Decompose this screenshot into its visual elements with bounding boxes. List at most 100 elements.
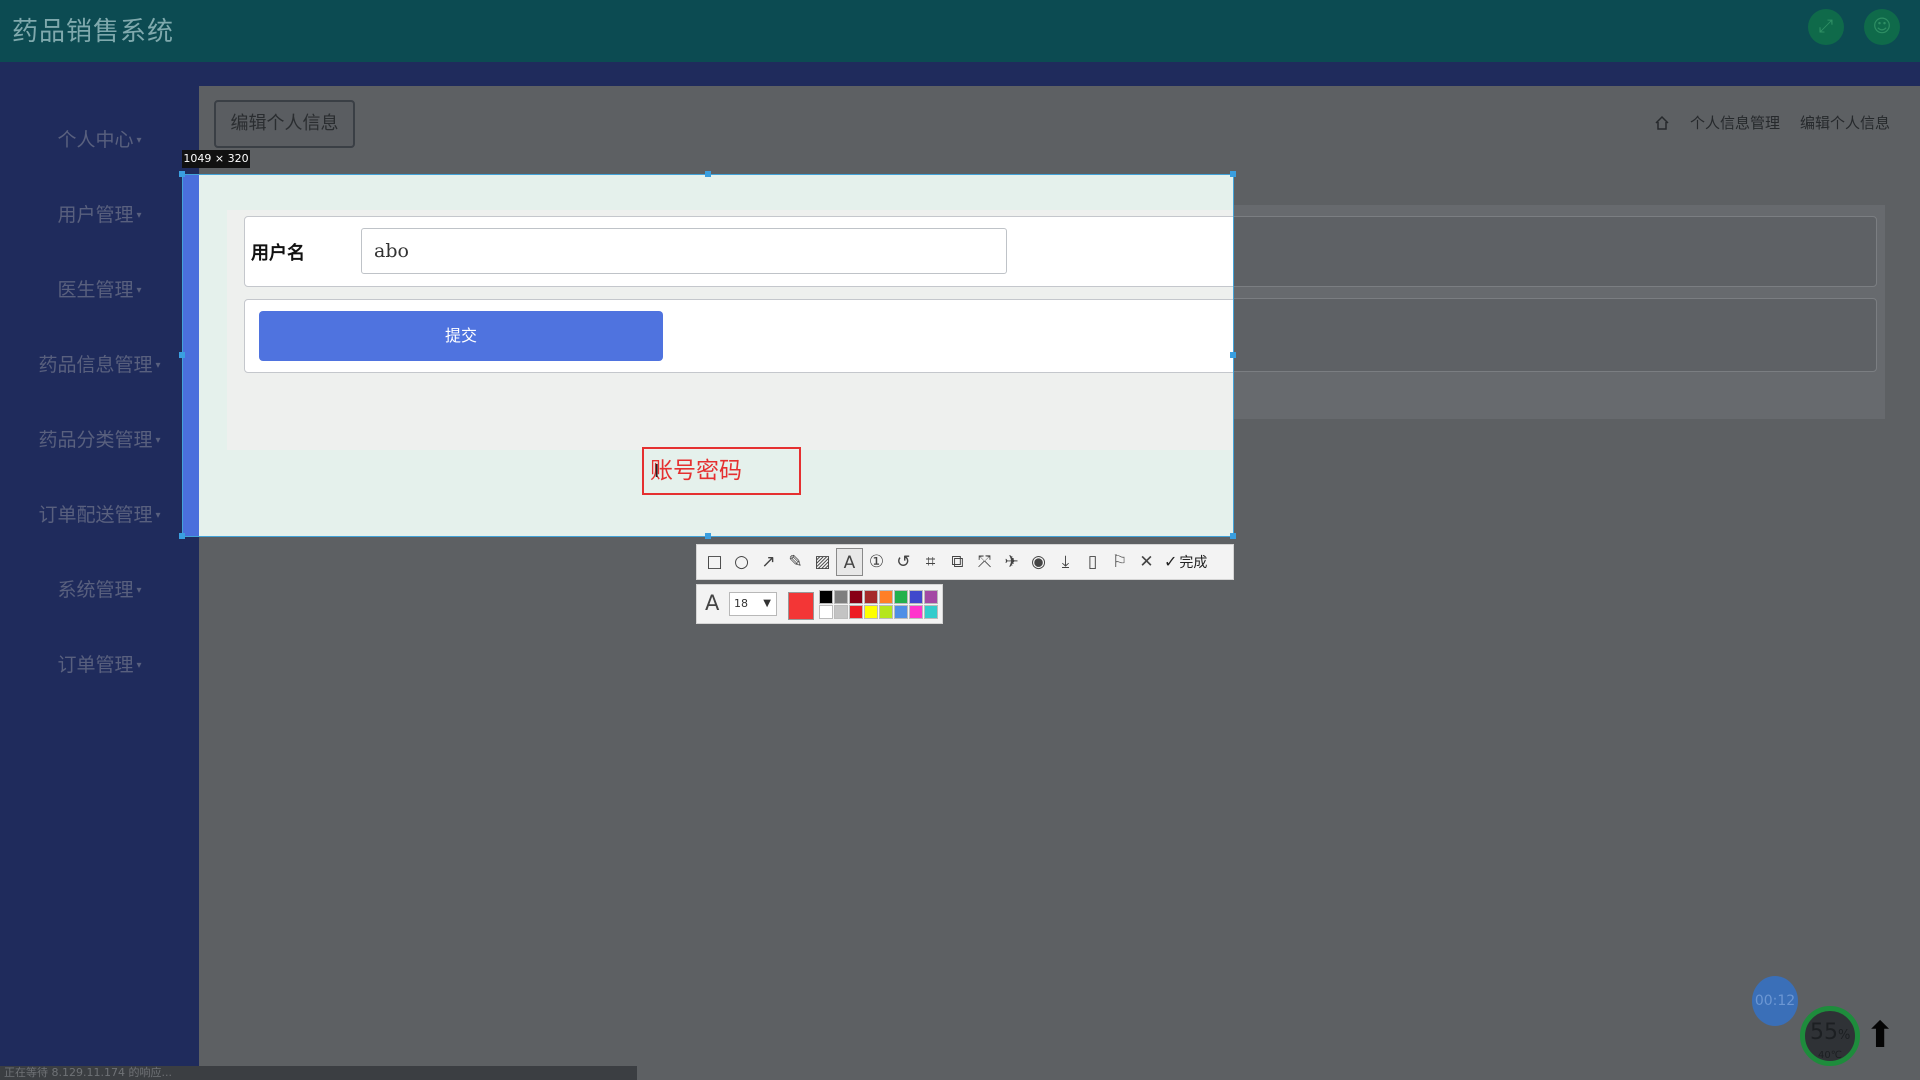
color-swatch[interactable] bbox=[849, 605, 863, 619]
sidebar-item-label: 药品信息管理 bbox=[38, 354, 153, 376]
done-button[interactable]: ✓ 完成 bbox=[1160, 548, 1211, 576]
text-options-bar: A 18 ▼ bbox=[696, 584, 943, 624]
number-marker-icon[interactable]: ① bbox=[863, 548, 890, 576]
bookmark-icon[interactable]: ⚐ bbox=[1106, 548, 1133, 576]
resize-handle[interactable] bbox=[1230, 533, 1236, 539]
undo-icon[interactable]: ↺ bbox=[890, 548, 917, 576]
font-size-select[interactable]: 18 ▼ bbox=[729, 592, 777, 616]
sidebar-item-label: 订单管理 bbox=[57, 654, 134, 676]
arrow-icon[interactable]: ↗ bbox=[755, 548, 782, 576]
chevron-down-icon: ▾ bbox=[155, 509, 161, 521]
resize-handle[interactable] bbox=[179, 171, 185, 177]
download-icon[interactable]: ⤓ bbox=[1052, 548, 1079, 576]
mosaic-icon[interactable]: ▨ bbox=[809, 548, 836, 576]
color-swatch[interactable] bbox=[849, 590, 863, 604]
selection-edge bbox=[183, 175, 199, 536]
resize-handle[interactable] bbox=[705, 171, 711, 177]
record-icon[interactable]: ◉ bbox=[1025, 548, 1052, 576]
sidebar-item-order-delivery-management[interactable]: 订单配送管理 ▾ bbox=[0, 495, 199, 535]
sidebar-item-drug-category-management[interactable]: 药品分类管理 ▾ bbox=[0, 420, 199, 460]
text-annotation[interactable]: 账号密码 bbox=[642, 447, 801, 495]
color-swatch[interactable] bbox=[819, 605, 833, 619]
usage-unit: % bbox=[1838, 1028, 1851, 1043]
sidebar-item-label: 用户管理 bbox=[57, 204, 134, 226]
color-swatch[interactable] bbox=[864, 590, 878, 604]
sidebar-item-system-management[interactable]: 系统管理 ▾ bbox=[0, 570, 199, 610]
usage-number: 55 bbox=[1810, 1020, 1838, 1045]
font-size-value: 18 bbox=[734, 597, 748, 610]
user-icon[interactable]: ☺ bbox=[1864, 9, 1900, 45]
ocr-icon[interactable]: ⌗ bbox=[917, 548, 944, 576]
pin-icon[interactable]: ✈ bbox=[998, 548, 1025, 576]
submit-button[interactable]: 提交 bbox=[259, 311, 663, 361]
color-swatch[interactable] bbox=[894, 605, 908, 619]
translate-icon[interactable]: ⧉ bbox=[944, 548, 971, 576]
resize-handle[interactable] bbox=[705, 533, 711, 539]
chevron-down-icon: ▾ bbox=[136, 659, 142, 671]
breadcrumb: 个人信息管理 编辑个人信息 bbox=[1654, 112, 1890, 133]
close-icon[interactable]: ✕ bbox=[1133, 548, 1160, 576]
selection-dimensions: 1049 × 320 bbox=[182, 150, 250, 168]
color-swatch[interactable] bbox=[879, 605, 893, 619]
phone-icon[interactable]: ▯ bbox=[1079, 548, 1106, 576]
home-icon[interactable] bbox=[1654, 115, 1670, 131]
username-row: 用户名 abo bbox=[244, 216, 1233, 287]
upload-arrow-icon[interactable]: ⬆ bbox=[1865, 1018, 1895, 1054]
color-swatch[interactable] bbox=[879, 590, 893, 604]
chevron-down-icon: ▾ bbox=[136, 134, 142, 146]
text-icon[interactable]: A bbox=[836, 548, 863, 576]
username-input[interactable]: abo bbox=[361, 228, 1007, 274]
submit-row: 提交 bbox=[244, 299, 1233, 373]
color-swatch[interactable] bbox=[909, 590, 923, 604]
browser-status-bar: 正在等待 8.129.11.174 的响应... bbox=[0, 1066, 637, 1080]
chevron-down-icon: ▾ bbox=[155, 359, 161, 371]
sidebar-item-label: 个人中心 bbox=[57, 129, 134, 151]
pencil-icon[interactable]: ✎ bbox=[782, 548, 809, 576]
sidebar-item-personal-center[interactable]: 个人中心 ▾ bbox=[0, 120, 199, 160]
sidebar-item-order-management[interactable]: 订单管理 ▾ bbox=[0, 645, 199, 685]
breadcrumb-item[interactable]: 个人信息管理 bbox=[1690, 112, 1780, 133]
top-bar: 药品销售系统 ⤢ ☺ bbox=[0, 0, 1920, 62]
page-title-button[interactable]: 编辑个人信息 bbox=[214, 100, 355, 148]
color-swatch[interactable] bbox=[894, 590, 908, 604]
fullscreen-icon[interactable]: ⤢ bbox=[1808, 9, 1844, 45]
ellipse-icon[interactable]: ○ bbox=[728, 548, 755, 576]
color-swatch[interactable] bbox=[909, 605, 923, 619]
font-icon: A bbox=[705, 591, 720, 615]
chevron-down-icon: ▼ bbox=[763, 598, 771, 609]
sidebar: 个人中心 ▾ 用户管理 ▾ 医生管理 ▾ 药品信息管理 ▾ 药品分类管理 ▾ 订单配送管理… bbox=[0, 86, 199, 1080]
long-screenshot-icon[interactable]: ⤧ bbox=[971, 548, 998, 576]
chevron-down-icon: ▾ bbox=[136, 584, 142, 596]
header-strip bbox=[0, 62, 1920, 86]
color-swatch[interactable] bbox=[834, 590, 848, 604]
current-color-swatch[interactable] bbox=[788, 592, 814, 620]
resize-handle[interactable] bbox=[1230, 171, 1236, 177]
app-title: 药品销售系统 bbox=[12, 17, 175, 47]
done-label: 完成 bbox=[1179, 555, 1208, 571]
resize-handle[interactable] bbox=[1230, 352, 1236, 358]
color-palette bbox=[819, 590, 938, 619]
sidebar-item-drug-info-management[interactable]: 药品信息管理 ▾ bbox=[0, 345, 199, 385]
color-swatch[interactable] bbox=[924, 590, 938, 604]
resize-handle[interactable] bbox=[179, 533, 185, 539]
resize-handle[interactable] bbox=[179, 352, 185, 358]
chevron-down-icon: ▾ bbox=[136, 209, 142, 221]
rectangle-icon[interactable]: □ bbox=[701, 548, 728, 576]
color-swatch[interactable] bbox=[834, 605, 848, 619]
sidebar-item-doctor-management[interactable]: 医生管理 ▾ bbox=[0, 270, 199, 310]
chevron-down-icon: ▾ bbox=[155, 434, 161, 446]
sidebar-item-label: 订单配送管理 bbox=[38, 504, 153, 526]
check-icon: ✓ bbox=[1164, 552, 1178, 571]
color-swatch[interactable] bbox=[819, 590, 833, 604]
color-swatch[interactable] bbox=[924, 605, 938, 619]
usage-value: 55% bbox=[1810, 1020, 1850, 1045]
annotation-toolbar: □ ○ ↗ ✎ ▨ A ① ↺ ⌗ ⧉ ⤧ ✈ ◉ ⤓ ▯ ⚐ ✕ ✓ 完成 bbox=[696, 544, 1234, 580]
sidebar-item-label: 药品分类管理 bbox=[38, 429, 153, 451]
sidebar-item-user-management[interactable]: 用户管理 ▾ bbox=[0, 195, 199, 235]
color-swatch[interactable] bbox=[864, 605, 878, 619]
recording-timer[interactable]: 00:12 bbox=[1752, 976, 1798, 1026]
sidebar-item-label: 系统管理 bbox=[57, 579, 134, 601]
chevron-down-icon: ▾ bbox=[136, 284, 142, 296]
text-cursor-icon: I bbox=[654, 461, 660, 482]
sidebar-item-label: 医生管理 bbox=[57, 279, 134, 301]
